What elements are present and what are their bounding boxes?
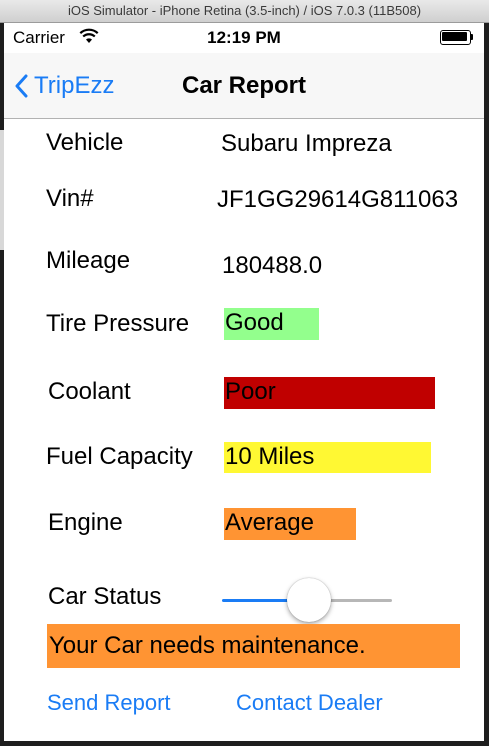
window-title: iOS Simulator - iPhone Retina (3.5-inch)… [67, 3, 422, 18]
coolant-status-badge: Poor [224, 377, 435, 409]
car-status-label: Car Status [48, 583, 162, 610]
tire-pressure-label: Tire Pressure [46, 310, 190, 337]
mileage-value: 180488.0 [222, 252, 323, 279]
maintenance-message: Your Car needs maintenance. [49, 632, 366, 659]
simulator-title-bar: iOS Simulator - iPhone Retina (3.5-inch)… [0, 0, 489, 23]
vin-value: JF1GG29614G811063 [217, 186, 459, 213]
battery-icon [440, 30, 474, 45]
mileage-label: Mileage [46, 247, 131, 274]
engine-status-badge: Average [224, 508, 356, 540]
coolant-value: Poor [225, 378, 276, 405]
engine-value: Average [225, 509, 314, 536]
vehicle-value: Subaru Impreza [221, 130, 392, 157]
fuel-capacity-label: Fuel Capacity [46, 443, 193, 470]
car-status-slider[interactable] [222, 578, 394, 622]
navigation-bar: TripEzz Car Report [4, 53, 484, 119]
vehicle-label: Vehicle [46, 129, 124, 156]
slider-thumb[interactable] [287, 578, 331, 622]
iphone-screen: Carrier 12:19 PM TripEzz Car Report Vehi… [4, 23, 484, 741]
fuel-capacity-value: 10 Miles [225, 443, 315, 470]
coolant-label: Coolant [48, 378, 131, 405]
tire-pressure-status-badge: Good [224, 308, 319, 340]
maintenance-banner: Your Car needs maintenance. [47, 624, 460, 668]
tire-pressure-value: Good [225, 309, 284, 336]
send-report-button[interactable]: Send Report [47, 688, 171, 718]
contact-dealer-button[interactable]: Contact Dealer [236, 688, 383, 718]
vin-label: Vin# [46, 185, 94, 212]
status-bar: Carrier 12:19 PM [4, 23, 484, 53]
fuel-capacity-status-badge: 10 Miles [224, 442, 431, 473]
engine-label: Engine [48, 509, 123, 536]
clock: 12:19 PM [207, 28, 281, 47]
page-title: Car Report [181, 72, 307, 99]
